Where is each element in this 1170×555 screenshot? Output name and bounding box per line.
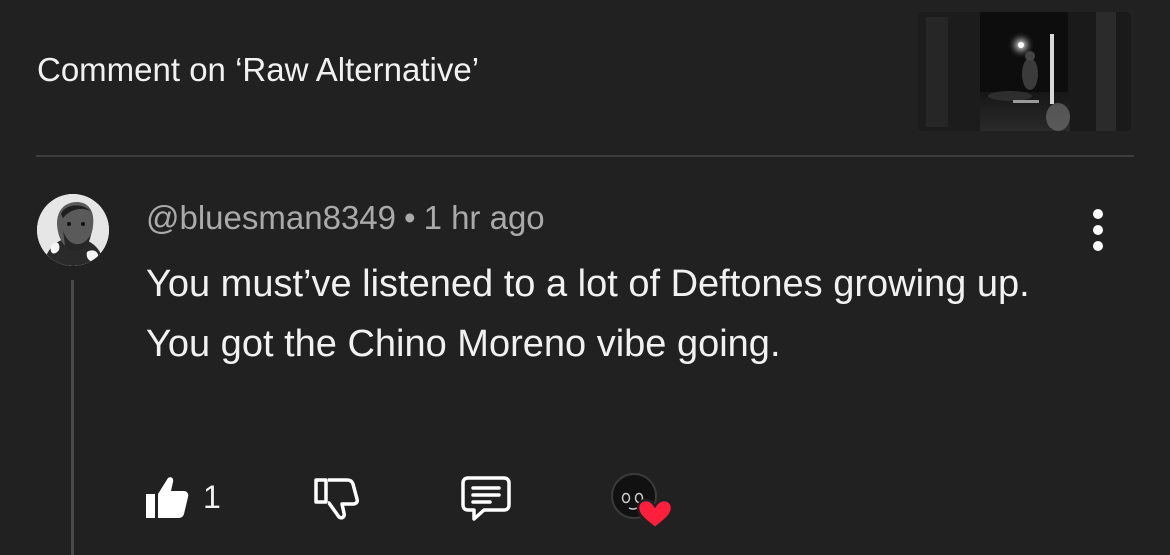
more-vertical-icon[interactable] xyxy=(1084,207,1112,253)
meta-separator: • xyxy=(404,199,416,236)
thumbs-up-icon[interactable] xyxy=(144,474,190,520)
page-title: Comment on ‘Raw Alternative’ xyxy=(37,51,480,88)
comment-timestamp[interactable]: 1 hr ago xyxy=(424,199,545,236)
comment-detail-page: Comment on ‘Raw Alternative’ @bluesman83… xyxy=(0,0,1170,555)
thumbs-down-icon[interactable] xyxy=(312,476,360,522)
reply-comment-icon[interactable] xyxy=(460,475,512,523)
comment-meta: @bluesman8349 • 1 hr ago xyxy=(146,197,545,239)
avatar-image xyxy=(37,194,109,266)
comment-author[interactable]: @bluesman8349 xyxy=(146,199,396,236)
like-count: 1 xyxy=(203,479,221,515)
divider xyxy=(36,155,1134,157)
thread-line xyxy=(71,280,74,555)
video-thumbnail[interactable] xyxy=(918,12,1131,131)
thumbnail-image xyxy=(918,12,1131,131)
creator-heart-icon xyxy=(611,473,673,530)
comment-body: You must’ve listened to a lot of Deftone… xyxy=(146,263,1030,365)
avatar[interactable] xyxy=(37,194,109,266)
